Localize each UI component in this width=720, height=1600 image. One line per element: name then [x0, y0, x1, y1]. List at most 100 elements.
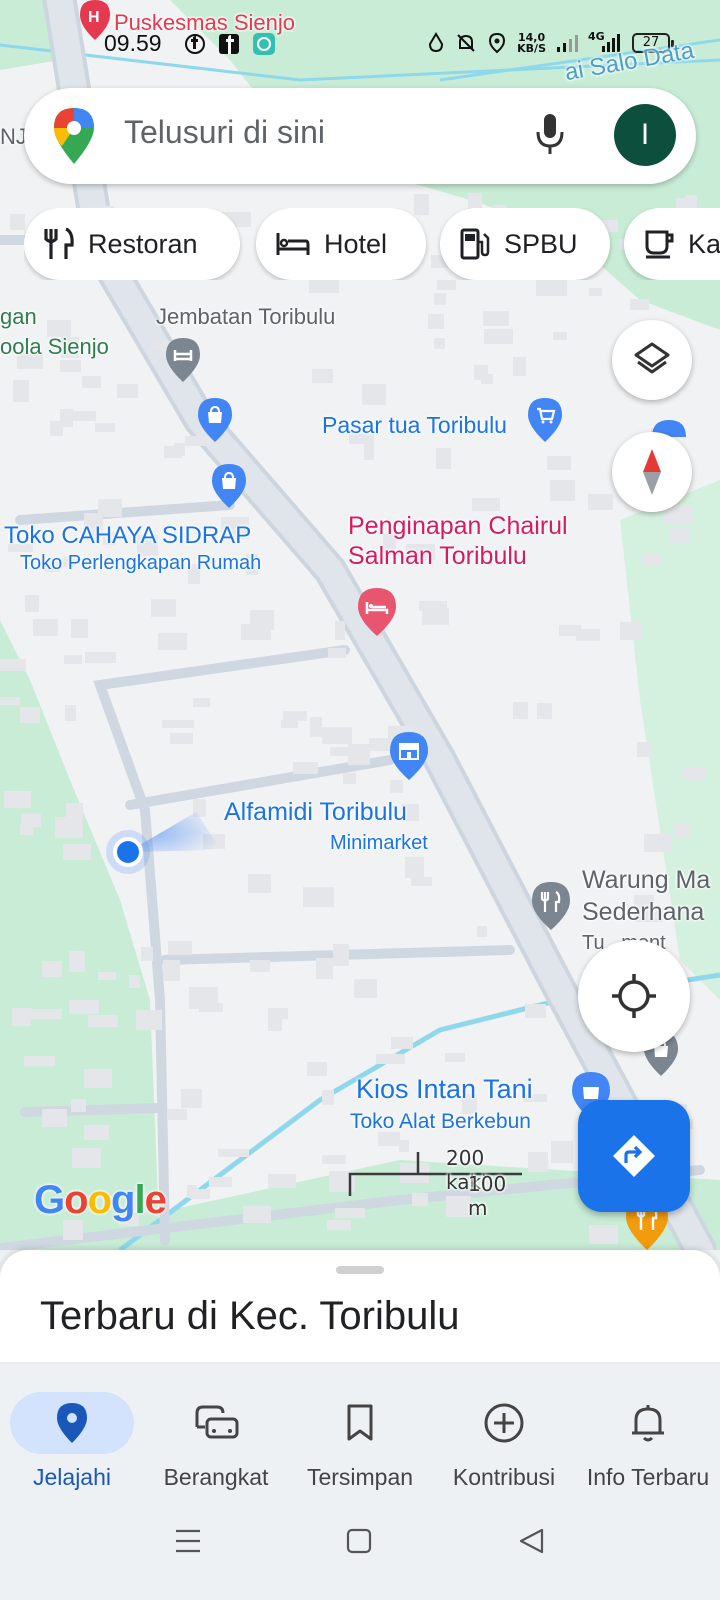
- shop-marker-icon-2[interactable]: [212, 464, 246, 508]
- search-input[interactable]: Telusuri di sini: [124, 114, 325, 151]
- compass-button[interactable]: [612, 432, 692, 512]
- directions-button[interactable]: [578, 1100, 690, 1212]
- building-footprint: [335, 1208, 365, 1218]
- bottom-sheet[interactable]: Terbaru di Kec. Toribulu: [0, 1250, 720, 1362]
- user-location-icon[interactable]: [96, 808, 226, 888]
- building-footprint: [673, 824, 690, 837]
- place-label-puskesmas[interactable]: Puskesmas Sienjo: [114, 10, 295, 36]
- place-sublabel-kios-intan-tani: Toko Alat Berkebun: [350, 1110, 531, 1133]
- restaurant-marker-icon[interactable]: [532, 882, 570, 930]
- building-footprint: [328, 648, 346, 658]
- building-footprint: [283, 711, 307, 721]
- building-footprint: [69, 951, 85, 972]
- tab-commute[interactable]: Berangkat: [144, 1382, 288, 1502]
- building-footprint: [664, 506, 693, 523]
- place-label-kios-intan-tani[interactable]: Kios Intan Tani: [356, 1074, 533, 1105]
- building-footprint: [303, 887, 334, 907]
- facebook-icon: [185, 34, 205, 54]
- back-triangle-icon[interactable]: [518, 1528, 544, 1554]
- store-marker-icon[interactable]: [390, 732, 428, 780]
- building-footprint: [513, 357, 526, 376]
- edge-label-gan: gan: [0, 304, 37, 329]
- building-footprint: [390, 780, 403, 793]
- building-footprint: [64, 655, 82, 664]
- tab-explore[interactable]: Jelajahi: [0, 1382, 144, 1502]
- hotel-icon: [276, 233, 310, 255]
- chip-hotel[interactable]: Hotel: [256, 208, 426, 280]
- building-footprint: [170, 733, 193, 744]
- add-circle-icon: [484, 1403, 524, 1443]
- building-footprint: [20, 823, 33, 835]
- place-label-jembatan[interactable]: Jembatan Toribulu: [156, 304, 335, 330]
- building-footprint: [243, 1206, 271, 1223]
- shop-marker-icon[interactable]: [198, 398, 232, 442]
- hotel-marker-icon[interactable]: [358, 588, 396, 636]
- place-label-cahaya-sidrap[interactable]: Toko CAHAYA SIDRAP: [4, 522, 251, 550]
- building-footprint: [20, 707, 40, 723]
- layers-button[interactable]: [612, 320, 692, 400]
- account-avatar[interactable]: I: [614, 104, 676, 166]
- building-footprint: [193, 698, 210, 707]
- hospital-marker-icon[interactable]: H: [80, 0, 110, 40]
- place-label-penginapan-line1[interactable]: Penginapan Chairul: [348, 512, 568, 541]
- google-maps-logo-icon: [54, 108, 94, 164]
- building-footprint: [576, 629, 600, 641]
- chip-hotel-label: Hotel: [324, 228, 388, 259]
- building-footprint: [33, 619, 58, 636]
- map-canvas[interactable]: 09.59 14,0 KB/S 4G 27 Puskesmas Sienjo H…: [0, 0, 720, 1250]
- building-footprint: [65, 705, 76, 721]
- chip-gas-station[interactable]: SPBU: [440, 208, 610, 280]
- building-footprint: [428, 314, 444, 329]
- building-footprint: [537, 703, 552, 719]
- building-footprint: [354, 979, 377, 998]
- tab-saved[interactable]: Tersimpan: [288, 1382, 432, 1502]
- bookmark-icon: [347, 1404, 373, 1441]
- sheet-drag-handle[interactable]: [336, 1266, 384, 1274]
- bell-muted-icon: [457, 34, 475, 52]
- my-location-button[interactable]: [578, 940, 690, 1052]
- place-label-warung-line1[interactable]: Warung Ma: [582, 866, 710, 895]
- building-footprint: [63, 1220, 83, 1240]
- crosshair-icon: [612, 974, 656, 1018]
- place-sublabel-alfamidi: Minimarket: [330, 832, 428, 854]
- menu-icon[interactable]: [174, 1528, 202, 1554]
- place-label-penginapan-line2[interactable]: Salman Toribulu: [348, 542, 527, 571]
- tab-contribute[interactable]: Kontribusi: [432, 1382, 576, 1502]
- microphone-icon[interactable]: [534, 112, 566, 158]
- map-scale: 200 kaki 100 m: [346, 1146, 526, 1220]
- building-footprint: [50, 421, 63, 436]
- home-square-icon[interactable]: [346, 1528, 372, 1554]
- building-footprint: [484, 329, 513, 344]
- search-bar[interactable]: Telusuri di sini I: [24, 88, 696, 184]
- building-footprint: [589, 288, 602, 296]
- building-footprint: [250, 960, 270, 972]
- building-footprint: [641, 554, 662, 565]
- category-chips: Restoran Hotel SPBU Ka: [24, 208, 720, 280]
- building-footprint: [151, 599, 176, 617]
- building-footprint: [129, 975, 140, 988]
- place-label-alfamidi[interactable]: Alfamidi Toribulu: [224, 798, 407, 827]
- tab-updates[interactable]: Info Terbaru: [576, 1382, 720, 1502]
- building-footprint: [60, 360, 81, 372]
- chip-cafe[interactable]: Ka: [624, 208, 720, 280]
- market-marker-icon[interactable]: [528, 398, 562, 442]
- building-footprint: [513, 702, 528, 719]
- landmark-marker-icon[interactable]: [166, 338, 200, 382]
- building-footprint: [376, 1054, 405, 1064]
- building-footprint: [553, 332, 567, 340]
- building-footprint: [281, 720, 298, 728]
- place-label-warung-line2[interactable]: Sederhana: [582, 898, 704, 927]
- building-footprint: [620, 622, 641, 640]
- building-footprint: [528, 1152, 548, 1172]
- chip-restaurant-label: Restoran: [88, 228, 198, 259]
- building-footprint: [335, 621, 345, 640]
- building-footprint: [327, 1220, 351, 1230]
- building-footprint: [248, 874, 271, 893]
- place-label-pasar[interactable]: Pasar tua Toribulu: [322, 412, 507, 439]
- building-footprint: [630, 299, 649, 310]
- directions-icon: [613, 1135, 655, 1177]
- building-footprint: [364, 438, 374, 460]
- compass-icon: [643, 449, 661, 495]
- chip-restaurant[interactable]: Restoran: [24, 208, 240, 280]
- chip-cafe-label: Ka: [688, 228, 720, 259]
